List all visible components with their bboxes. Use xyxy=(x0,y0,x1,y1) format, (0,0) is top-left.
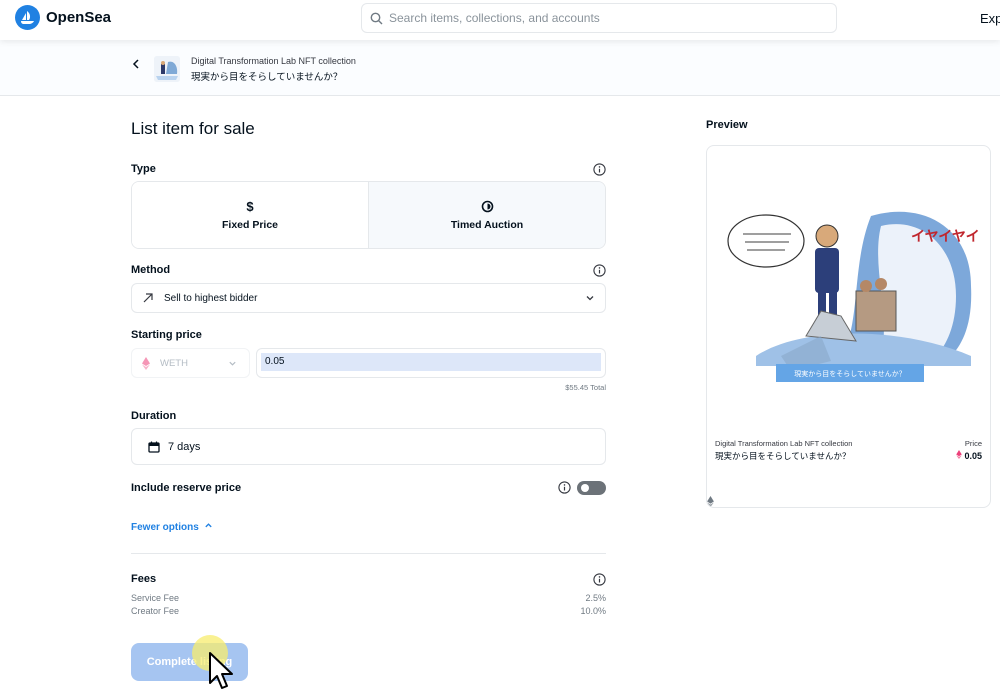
fees-info-icon[interactable] xyxy=(593,573,606,586)
price-total: $55.45 Total xyxy=(565,383,606,392)
weth-icon xyxy=(142,356,150,370)
reserve-price-label: Include reserve price xyxy=(131,482,242,494)
fewer-options-link[interactable]: Fewer options xyxy=(131,521,213,533)
timed-auction-option[interactable]: Timed Auction xyxy=(369,182,605,248)
page-title: List item for sale xyxy=(131,119,255,138)
service-fee-row: Service Fee 2.5% xyxy=(131,593,606,603)
search-input[interactable] xyxy=(389,11,809,25)
calendar-icon xyxy=(148,441,160,453)
sale-type-selector: $ Fixed Price Timed Auction xyxy=(131,181,606,249)
creator-fee-label: Creator Fee xyxy=(131,606,180,616)
preview-card[interactable]: イヤイヤイヤ 現実から目をそらしていませんか？ Digital Transfor… xyxy=(706,145,991,508)
chevron-up-icon xyxy=(204,523,212,528)
weth-icon xyxy=(956,450,962,459)
reserve-price-toggle[interactable] xyxy=(577,481,606,495)
service-fee-label: Service Fee xyxy=(131,593,180,603)
reserve-info-icon[interactable] xyxy=(558,481,571,494)
toggle-knob xyxy=(581,484,589,492)
clock-icon xyxy=(481,200,493,212)
method-info-icon[interactable] xyxy=(593,264,606,277)
duration-picker[interactable]: 7 days xyxy=(131,428,606,465)
chevron-down-icon xyxy=(229,361,236,366)
price-value[interactable]: 0.05 xyxy=(261,353,601,371)
price-input[interactable]: 0.05 xyxy=(256,348,606,378)
currency-value: WETH xyxy=(160,357,188,369)
opensea-logo-icon[interactable] xyxy=(15,5,40,30)
fewer-options-label: Fewer options xyxy=(131,522,199,533)
item-thumbnail xyxy=(154,56,180,82)
creator-fee-value: 10.0% xyxy=(580,606,606,616)
card-item-name: 現実から目をそらしていませんか？ xyxy=(715,451,851,461)
brand-name[interactable]: OpenSea xyxy=(46,9,111,26)
preview-label: Preview xyxy=(706,119,748,131)
card-price: 0.05 xyxy=(956,450,982,461)
top-navigation-bar: OpenSea Expl xyxy=(0,0,1000,40)
type-label: Type xyxy=(131,163,156,175)
method-value: Sell to highest bidder xyxy=(164,292,258,304)
card-collection-name: Digital Transformation Lab NFT collectio… xyxy=(715,439,853,448)
method-select[interactable]: Sell to highest bidder xyxy=(131,283,606,313)
duration-value: 7 days xyxy=(168,440,201,453)
nav-explore-link[interactable]: Expl xyxy=(980,11,1000,26)
service-fee-value: 2.5% xyxy=(585,593,606,603)
section-divider xyxy=(131,553,606,554)
artwork-banner-text: 現実から目をそらしていませんか？ xyxy=(794,369,906,378)
nft-artwork: イヤイヤイヤ 現実から目をそらしていませんか？ xyxy=(721,206,979,466)
creator-fee-row: Creator Fee 10.0% xyxy=(131,606,606,616)
card-price-value: 0.05 xyxy=(964,451,982,461)
dollar-icon: $ xyxy=(246,199,254,214)
search-bar[interactable] xyxy=(361,3,837,33)
card-eth-icon xyxy=(707,496,714,507)
item-name: 現実から目をそらしていませんか？ xyxy=(191,72,343,83)
duration-label: Duration xyxy=(131,410,177,422)
timed-auction-label: Timed Auction xyxy=(450,218,524,231)
currency-select[interactable]: WETH xyxy=(131,348,250,378)
method-label: Method xyxy=(131,264,171,276)
search-icon xyxy=(370,12,383,24)
starting-price-label: Starting price xyxy=(131,329,202,341)
item-subheader: Digital Transformation Lab NFT collectio… xyxy=(0,40,1000,96)
card-price-label: Price xyxy=(964,439,982,448)
arrow-up-right-icon xyxy=(143,293,153,303)
type-info-icon[interactable] xyxy=(593,163,606,176)
fixed-price-option[interactable]: $ Fixed Price xyxy=(132,182,369,248)
fixed-price-label: Fixed Price xyxy=(221,219,279,231)
fees-label: Fees xyxy=(131,573,157,585)
complete-listing-button[interactable]: Complete listing xyxy=(131,643,248,681)
artwork-text: イヤイヤイヤ xyxy=(911,229,979,245)
chevron-down-icon xyxy=(586,296,594,301)
collection-name[interactable]: Digital Transformation Lab NFT collectio… xyxy=(191,56,356,66)
back-chevron-icon[interactable] xyxy=(131,57,145,71)
